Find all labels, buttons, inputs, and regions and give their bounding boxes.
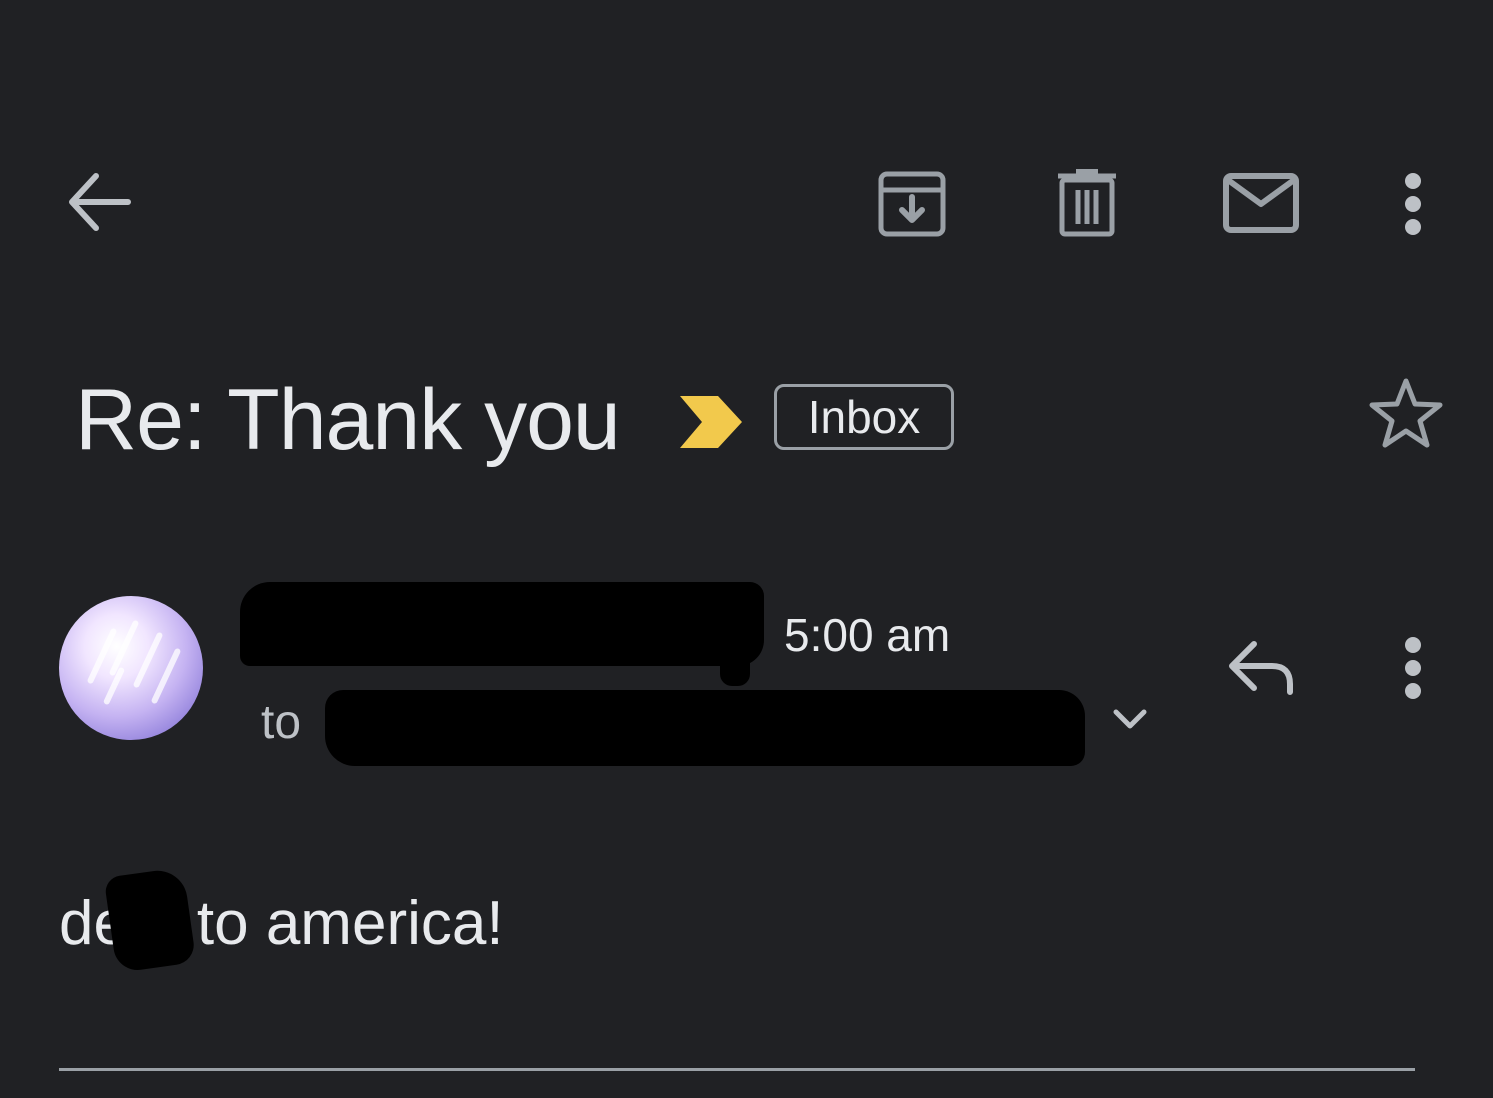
arrow-back-icon[interactable] — [66, 170, 132, 234]
delete-icon[interactable] — [1056, 168, 1118, 238]
email-view: Re: Thank you Inbox 5:00 am to de h to a… — [0, 0, 1493, 1098]
importance-marker-icon[interactable] — [678, 394, 744, 450]
message-time: 5:00 am — [784, 609, 951, 661]
divider — [59, 1068, 1415, 1071]
body-redaction — [103, 866, 197, 974]
chevron-down-icon[interactable] — [1112, 706, 1148, 734]
recipient-redacted — [325, 690, 1085, 766]
sender-name-redacted — [240, 582, 764, 686]
inbox-label-chip[interactable]: Inbox — [774, 384, 954, 450]
email-subject: Re: Thank you — [75, 372, 621, 468]
more-vert-icon[interactable] — [1400, 172, 1426, 236]
reply-icon[interactable] — [1226, 640, 1298, 696]
archive-icon[interactable] — [878, 170, 946, 238]
to-label: to — [261, 696, 302, 749]
more-vert-icon[interactable] — [1400, 636, 1426, 700]
star-outline-icon[interactable] — [1368, 376, 1444, 448]
avatar[interactable] — [59, 596, 203, 740]
mail-icon[interactable] — [1222, 172, 1300, 234]
